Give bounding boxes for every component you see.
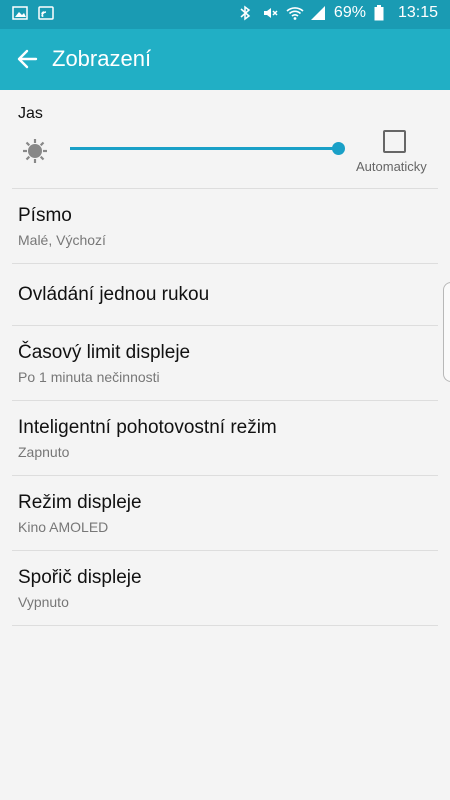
app-bar: Zobrazení [0, 29, 450, 90]
list-item-subtitle: Zapnuto [18, 444, 70, 460]
list-item-title: Režim displeje [18, 492, 142, 513]
mute-icon [262, 5, 278, 21]
list-item-title: Písmo [18, 205, 72, 226]
auto-brightness-checkbox[interactable] [383, 130, 406, 153]
list-item-subtitle: Malé, Výchozí [18, 232, 106, 248]
signal-icon [310, 5, 326, 21]
list-item-screen-timeout[interactable]: Časový limit displeje Po 1 minuta nečinn… [0, 326, 450, 400]
list-item-title: Časový limit displeje [18, 342, 191, 363]
list-item-subtitle: Po 1 minuta nečinnosti [18, 369, 160, 385]
edge-panel-handle[interactable] [443, 282, 450, 382]
brightness-slider-thumb[interactable] [332, 142, 345, 155]
list-item-subtitle: Kino AMOLED [18, 519, 109, 535]
cast-icon [38, 5, 54, 21]
list-item-title: Ovládání jednou rukou [18, 284, 210, 305]
gallery-icon [12, 5, 28, 21]
list-item-daydream[interactable]: Spořič displeje Vypnuto [0, 551, 450, 625]
list-item-screen-mode[interactable]: Režim displeje Kino AMOLED [0, 476, 450, 550]
list-item-smart-stay[interactable]: Inteligentní pohotovostní režim Zapnuto [0, 401, 450, 475]
wifi-icon [286, 5, 304, 21]
brightness-section: Jas Automaticky [0, 90, 450, 188]
list-item-font[interactable]: Písmo Malé, Výchozí [0, 189, 450, 263]
battery-percent: 69% [333, 4, 366, 21]
auto-brightness-label: Automaticky [356, 159, 427, 174]
sun-icon [22, 138, 48, 164]
battery-icon [374, 5, 390, 21]
list-item-subtitle: Vypnuto [18, 594, 69, 610]
bluetooth-icon [238, 5, 254, 21]
list-item-title: Inteligentní pohotovostní režim [18, 417, 277, 438]
page-title: Zobrazení [52, 46, 152, 71]
list-item-title: Spořič displeje [18, 567, 142, 588]
arrow-back-icon[interactable] [14, 45, 42, 73]
status-bar: 69% 13:15 [0, 0, 450, 29]
status-time: 13:15 [397, 4, 438, 21]
brightness-label: Jas [18, 105, 43, 122]
divider [12, 625, 438, 626]
list-item-one-hand[interactable]: Ovládání jednou rukou [0, 264, 450, 325]
brightness-slider-track[interactable] [70, 147, 338, 150]
